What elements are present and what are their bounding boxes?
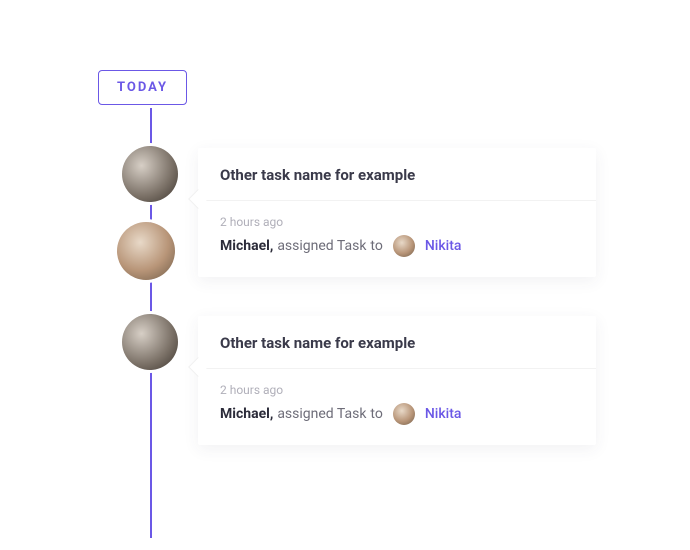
card-header: Other task name for example xyxy=(198,148,596,201)
activity-timeline: TODAY Other task name for example 2 hour… xyxy=(0,0,690,466)
activity-card: Other task name for example 2 hours ago … xyxy=(198,316,596,445)
assignee-name[interactable]: Nikita xyxy=(425,238,462,254)
timeline-item: Other task name for example 2 hours ago … xyxy=(98,316,690,466)
task-title[interactable]: Other task name for example xyxy=(220,334,574,352)
timeline-items: Other task name for example 2 hours ago … xyxy=(98,148,690,466)
avatar[interactable] xyxy=(122,146,178,202)
assignee-name[interactable]: Nikita xyxy=(425,406,462,422)
assignee-avatar-icon[interactable] xyxy=(393,235,415,257)
today-badge-label: TODAY xyxy=(117,80,168,95)
action-text: to xyxy=(370,406,382,422)
avatar[interactable] xyxy=(122,314,178,370)
timeline-item: Other task name for example 2 hours ago … xyxy=(98,148,690,298)
activity-line: Michael, assigned Task to Nikita xyxy=(220,235,574,257)
activity-card: Other task name for example 2 hours ago … xyxy=(198,148,596,277)
assignee-avatar-icon[interactable] xyxy=(393,403,415,425)
card-body: 2 hours ago Michael, assigned Task to Ni… xyxy=(198,201,596,277)
activity-line: Michael, assigned Task to Nikita xyxy=(220,403,574,425)
action-text: assigned Task xyxy=(277,238,366,254)
today-badge: TODAY xyxy=(98,70,187,105)
card-header: Other task name for example xyxy=(198,316,596,369)
action-text: to xyxy=(370,238,382,254)
actor-name[interactable]: Michael, xyxy=(220,238,273,254)
actor-name[interactable]: Michael, xyxy=(220,406,273,422)
card-body: 2 hours ago Michael, assigned Task to Ni… xyxy=(198,369,596,445)
action-text: assigned Task xyxy=(277,406,366,422)
timestamp: 2 hours ago xyxy=(220,215,574,229)
timestamp: 2 hours ago xyxy=(220,383,574,397)
task-title[interactable]: Other task name for example xyxy=(220,166,574,184)
avatar[interactable] xyxy=(117,222,175,280)
